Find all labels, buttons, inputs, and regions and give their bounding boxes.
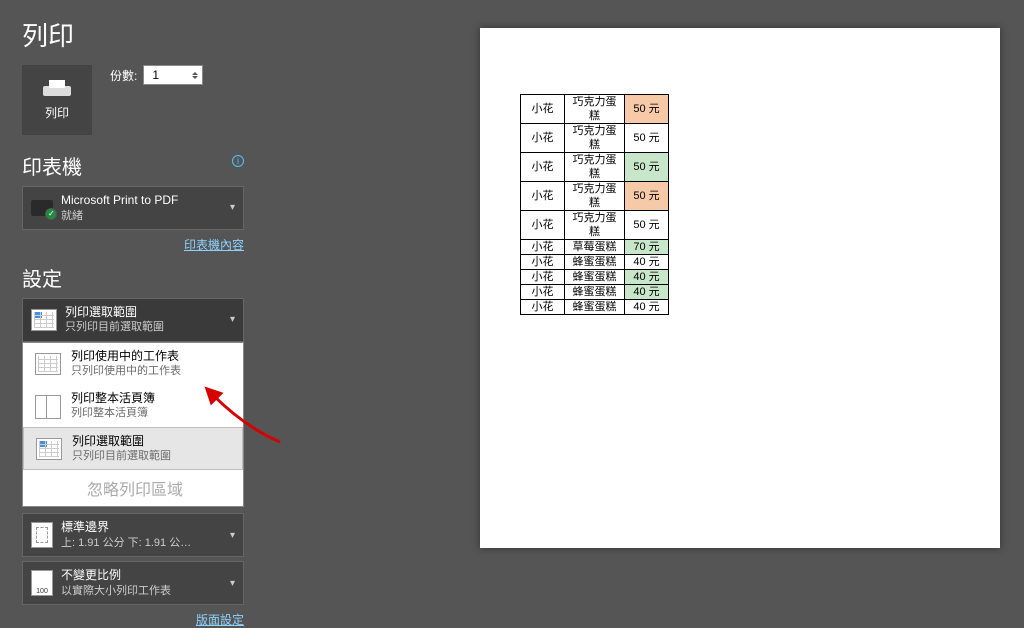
scaling-title: 不變更比例	[61, 568, 171, 584]
printer-status-icon	[31, 200, 53, 216]
chevron-down-icon: ▾	[230, 578, 235, 589]
print-what-option[interactable]: 列印整本活頁簿列印整本活頁簿	[23, 385, 243, 427]
info-icon[interactable]: i	[232, 155, 244, 167]
printer-properties-link[interactable]: 印表機內容	[184, 238, 244, 252]
settings-section-title: 設定	[22, 263, 244, 292]
table-row: 小花蜂蜜蛋糕40 元	[521, 285, 669, 300]
page-title: 列印	[22, 16, 244, 53]
margins-selector[interactable]: 標準邊界 上: 1.91 公分 下: 1.91 公… ▾	[22, 513, 244, 557]
print-what-title: 列印選取範圍	[65, 305, 164, 321]
table-row: 小花巧克力蛋糕50 元	[521, 153, 669, 182]
print-what-disabled-option: 忽略列印區域	[23, 470, 243, 506]
copies-input[interactable]: 1	[143, 65, 203, 85]
table-row: 小花巧克力蛋糕50 元	[521, 124, 669, 153]
option-icon	[36, 438, 62, 460]
table-row: 小花巧克力蛋糕50 元	[521, 95, 669, 124]
copies-value: 1	[152, 68, 159, 82]
print-what-option[interactable]: 列印選取範圍只列印目前選取範圍	[23, 427, 243, 471]
preview-table: 小花巧克力蛋糕50 元小花巧克力蛋糕50 元小花巧克力蛋糕50 元小花巧克力蛋糕…	[520, 94, 669, 315]
margins-icon	[31, 522, 53, 548]
scaling-selector[interactable]: 100 不變更比例 以實際大小列印工作表 ▾	[22, 561, 244, 605]
printer-section-title: 印表機 i	[22, 151, 244, 180]
copies-label: 份數:	[110, 67, 137, 84]
option-sub: 列印整本活頁簿	[71, 406, 155, 420]
chevron-down-icon: ▾	[230, 314, 235, 325]
printer-status: 就緒	[61, 209, 178, 223]
printer-selector[interactable]: Microsoft Print to PDF 就緒 ▾	[22, 186, 244, 230]
table-row: 小花巧克力蛋糕50 元	[521, 211, 669, 240]
page-setup-link[interactable]: 版面設定	[196, 613, 244, 627]
print-what-selector[interactable]: 列印選取範圍 只列印目前選取範圍 ▾	[22, 298, 244, 342]
print-selection-icon	[31, 309, 57, 331]
option-title: 列印使用中的工作表	[71, 349, 181, 365]
option-title: 列印整本活頁簿	[71, 391, 155, 407]
option-title: 列印選取範圍	[72, 434, 171, 450]
scaling-icon: 100	[31, 570, 53, 596]
print-button-label: 列印	[45, 104, 69, 121]
printer-icon	[43, 80, 71, 100]
spinner-icon[interactable]	[192, 72, 198, 79]
chevron-down-icon: ▾	[230, 202, 235, 213]
option-sub: 只列印目前選取範圍	[72, 449, 171, 463]
print-button[interactable]: 列印	[22, 65, 92, 135]
chevron-down-icon: ▾	[230, 530, 235, 541]
option-icon	[35, 395, 61, 417]
table-row: 小花草莓蛋糕70 元	[521, 240, 669, 255]
option-icon	[35, 353, 61, 375]
table-row: 小花巧克力蛋糕50 元	[521, 182, 669, 211]
print-what-dropdown: 列印使用中的工作表只列印使用中的工作表列印整本活頁簿列印整本活頁簿列印選取範圍只…	[22, 342, 244, 508]
margins-sub: 上: 1.91 公分 下: 1.91 公…	[61, 536, 191, 550]
table-row: 小花蜂蜜蛋糕40 元	[521, 255, 669, 270]
print-preview: 小花巧克力蛋糕50 元小花巧克力蛋糕50 元小花巧克力蛋糕50 元小花巧克力蛋糕…	[480, 28, 1000, 548]
scaling-sub: 以實際大小列印工作表	[61, 584, 171, 598]
print-what-option[interactable]: 列印使用中的工作表只列印使用中的工作表	[23, 343, 243, 385]
table-row: 小花蜂蜜蛋糕40 元	[521, 270, 669, 285]
printer-name: Microsoft Print to PDF	[61, 193, 178, 209]
print-what-sub: 只列印目前選取範圍	[65, 320, 164, 334]
option-sub: 只列印使用中的工作表	[71, 364, 181, 378]
table-row: 小花蜂蜜蛋糕40 元	[521, 300, 669, 315]
margins-title: 標準邊界	[61, 520, 191, 536]
